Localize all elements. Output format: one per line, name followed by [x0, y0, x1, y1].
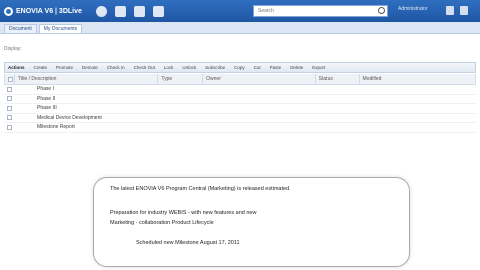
announcement-box: The latest ENOVIA V6 Program Central (Ma… [93, 177, 410, 267]
toolbar-item[interactable]: Paste [270, 65, 282, 70]
announcement-line: Preparation for industry WEBIS - with ne… [110, 210, 257, 216]
announcement-line: Scheduled new Milestone August 17, 2011 [136, 240, 240, 246]
table-row[interactable]: Milestone Report [4, 123, 476, 133]
tab-bar: Document My Documents [0, 22, 480, 34]
table-row[interactable]: Phase II [4, 95, 476, 104]
app-logo-icon [4, 6, 13, 16]
settings-icon[interactable] [446, 6, 454, 15]
announcement-line: Marketing - collaboration Product Lifecy… [110, 220, 214, 226]
toolbar-item[interactable]: Check Out [134, 65, 155, 70]
toolbar-item[interactable]: Demote [82, 65, 98, 70]
table-row[interactable]: Medical Device Development [4, 114, 476, 123]
toolbar-item[interactable]: Create [34, 65, 48, 70]
toolbar: Actions Create Promote Demote Check In C… [4, 62, 476, 73]
row-checkbox[interactable] [7, 86, 12, 92]
row-checkbox[interactable] [7, 124, 12, 130]
toolbar-item[interactable]: Copy [234, 65, 245, 70]
search-input[interactable] [253, 5, 388, 17]
user-name[interactable]: Administrator [398, 6, 427, 12]
app-logo[interactable]: ENOVIA V6 | 3DLive [4, 6, 82, 16]
document-table: Title / Description Type Owner Status Mo… [4, 74, 476, 133]
toolbar-item[interactable]: Check In [107, 65, 125, 70]
row-checkbox[interactable] [7, 96, 12, 102]
search-icon[interactable] [378, 7, 385, 14]
toolbar-item[interactable]: Unlock [182, 65, 196, 70]
row-title[interactable]: Medical Device Development [37, 115, 102, 121]
toolbar-item[interactable]: Delete [290, 65, 303, 70]
select-all-checkbox[interactable] [8, 76, 13, 82]
row-checkbox[interactable] [7, 115, 12, 121]
select-all-column[interactable] [5, 74, 15, 84]
logout-icon[interactable] [460, 6, 468, 15]
toolbar-item[interactable]: Lock [164, 65, 174, 70]
table-row[interactable]: Phase III [4, 104, 476, 114]
filter-label: Display: [4, 46, 22, 52]
row-title[interactable]: Milestone Report [37, 124, 75, 130]
app-title: ENOVIA V6 | 3DLive [16, 7, 82, 15]
column-header-owner[interactable]: Owner [203, 74, 316, 84]
toolbar-item[interactable]: Subscribe [205, 65, 225, 70]
column-header-title[interactable]: Title / Description [15, 74, 159, 84]
row-title[interactable]: Phase III [37, 105, 57, 111]
toolbar-item[interactable]: Cut [254, 65, 261, 70]
tab-document[interactable]: Document [4, 24, 37, 33]
table-row[interactable]: Phase I [4, 85, 476, 95]
row-title[interactable]: Phase I [37, 86, 54, 92]
top-app-bar: ENOVIA V6 | 3DLive Administrator [0, 0, 480, 22]
filter-row: Display: [4, 44, 476, 54]
toolbar-item[interactable]: Promote [56, 65, 73, 70]
row-title[interactable]: Phase II [37, 96, 55, 102]
folder-icon[interactable] [133, 5, 145, 17]
column-header-status[interactable]: Status [316, 74, 360, 84]
compass-icon[interactable] [95, 5, 107, 17]
help-icon[interactable] [152, 5, 164, 17]
toolbar-item[interactable]: Actions [8, 65, 25, 70]
home-icon[interactable] [114, 5, 126, 17]
column-header-modified[interactable]: Modified [360, 74, 476, 84]
row-checkbox[interactable] [7, 105, 12, 111]
tab-my-documents[interactable]: My Documents [38, 24, 83, 33]
announcement-line: The latest ENOVIA V6 Program Central (Ma… [110, 186, 291, 192]
table-header: Title / Description Type Owner Status Mo… [4, 74, 476, 85]
toolbar-item[interactable]: Export [312, 65, 325, 70]
column-header-type[interactable]: Type [158, 74, 204, 84]
